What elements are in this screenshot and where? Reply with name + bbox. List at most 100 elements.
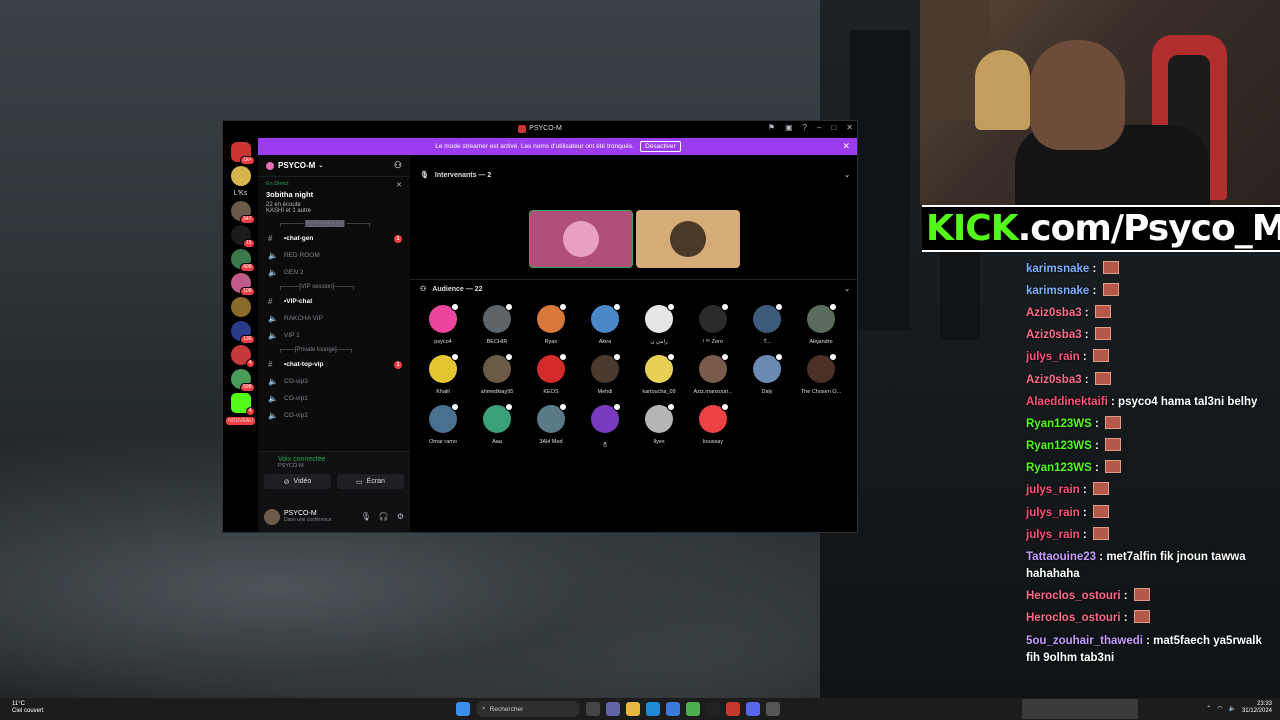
start-icon[interactable]: [456, 702, 470, 716]
microphone-icon[interactable]: 🎙: [361, 512, 371, 521]
channel-vip-chat[interactable]: # •VIP-chat: [258, 293, 410, 310]
weather-widget[interactable]: 11°C Ciel couvert: [12, 701, 44, 715]
chat-username[interactable]: julys_rain: [1026, 507, 1080, 519]
speaker-tile[interactable]: [636, 210, 740, 268]
audience-header[interactable]: ⚇ Audience — 22 ⌄: [420, 285, 850, 294]
server-icon-1[interactable]: [230, 166, 251, 186]
live-event[interactable]: En Direct 3obitha night 22 en écoute KAS…: [258, 177, 410, 218]
chat-username[interactable]: Ryan123WS: [1026, 418, 1092, 430]
headphones-icon[interactable]: 🎧: [379, 512, 389, 521]
minimize-button[interactable]: –: [817, 123, 821, 132]
audience-member[interactable]: kartoucha_09: [636, 353, 682, 395]
category-header[interactable]: ┌───── ▓▓▓▓▓▓▓▓▓ ─────┐: [258, 218, 410, 230]
chat-username[interactable]: julys_rain: [1026, 351, 1080, 363]
help-icon[interactable]: ?: [803, 123, 807, 132]
category-header[interactable]: ┌───[Private lounge]───┐: [258, 344, 410, 356]
channel-vip-1[interactable]: 🔈 VIP 1: [258, 327, 410, 344]
chat-username[interactable]: julys_rain: [1026, 529, 1080, 541]
channel-chat-gen[interactable]: # •chat-gen 1: [258, 230, 410, 247]
chat-username[interactable]: Heroclos_ostouri: [1026, 612, 1121, 624]
chat-username[interactable]: Alaeddinektaifi: [1026, 396, 1108, 408]
chat-username[interactable]: Ryan123WS: [1026, 440, 1092, 452]
app-icon[interactable]: [726, 702, 740, 716]
inbox-icon[interactable]: ⚑: [768, 123, 775, 132]
audience-member[interactable]: Alejandro: [798, 303, 844, 345]
speaker-tile[interactable]: [529, 210, 633, 268]
chat-username[interactable]: 5ou_zouhair_thawedi: [1026, 635, 1143, 647]
avatar[interactable]: [264, 508, 280, 525]
audience-member[interactable]: ! ᴵᵗˢ Zero: [690, 303, 736, 345]
audience-member[interactable]: Daly: [744, 353, 790, 395]
chat-username[interactable]: julys_rain: [1026, 484, 1080, 496]
obs-icon[interactable]: [706, 702, 720, 716]
task-view-icon[interactable]: [586, 702, 600, 716]
server-icon-4[interactable]: 408: [230, 249, 255, 272]
audience-member[interactable]: Mehdi: [582, 353, 628, 395]
server-icon-2[interactable]: 347: [230, 201, 255, 224]
wifi-icon[interactable]: ◠: [1217, 705, 1222, 712]
clock[interactable]: 23:33 31/12/2024: [1242, 701, 1272, 715]
audience-member[interactable]: KEOS: [528, 353, 574, 395]
channel-red-room[interactable]: 🔈 RED ROOM: [258, 247, 410, 264]
channel-chat-top-vip[interactable]: # •chat-top-vip 1: [258, 356, 410, 373]
server-icon-6[interactable]: [230, 297, 251, 317]
store-icon[interactable]: [666, 702, 680, 716]
server-icon-kick[interactable]: 4: [230, 393, 255, 416]
chat-username[interactable]: Aziz0sba3: [1026, 374, 1082, 386]
audience-member[interactable]: Akira: [582, 303, 628, 345]
audience-member[interactable]: Aaa: [474, 403, 520, 447]
screen-icon[interactable]: ▣: [785, 123, 793, 132]
chat-username[interactable]: Tattaouine23: [1026, 551, 1096, 563]
server-header[interactable]: PSYCO-M ⌄ ⚇: [258, 155, 410, 177]
audience-member[interactable]: T...: [744, 303, 790, 345]
audience-member[interactable]: koussay: [690, 403, 736, 447]
screen-share-button[interactable]: ▭ Écran: [337, 474, 404, 489]
audience-member[interactable]: Khalil: [420, 353, 466, 395]
gear-icon[interactable]: ⚙: [397, 512, 404, 521]
category-header[interactable]: ┌────[VIP session]────┐: [258, 281, 410, 293]
terminal-icon[interactable]: [766, 702, 780, 716]
teams-icon[interactable]: [606, 702, 620, 716]
server-icon-9[interactable]: 598: [230, 369, 255, 392]
file-explorer-icon[interactable]: [626, 702, 640, 716]
chat-username[interactable]: Ryan123WS: [1026, 462, 1092, 474]
speakers-header[interactable]: 🎙 Intervenants — 2 ⌄: [420, 171, 850, 180]
audience-member[interactable]: 3Alé Med: [528, 403, 574, 447]
audience-member[interactable]: Aziz.mansouri...: [690, 353, 736, 395]
audience-member[interactable]: ahmedkiay95: [474, 353, 520, 395]
chevron-up-icon[interactable]: ⌃: [1206, 705, 1211, 712]
audience-member[interactable]: Ryan: [528, 303, 574, 345]
channel-co-vip2[interactable]: 🔈 CO-vip2: [258, 407, 410, 424]
audience-member[interactable]: BECHIR: [474, 303, 520, 345]
chat-username[interactable]: Heroclos_ostouri: [1026, 590, 1121, 602]
close-icon[interactable]: ✕: [842, 141, 850, 152]
chat-username[interactable]: karimsnake: [1026, 285, 1089, 297]
search-box[interactable]: ⌕ Rechercher: [476, 701, 580, 717]
add-member-icon[interactable]: ⚇: [394, 160, 402, 171]
audience-member[interactable]: ｇ: [582, 403, 628, 447]
channel-gen-2[interactable]: 🔈 GEN 2: [258, 264, 410, 281]
server-icon-8[interactable]: 4: [230, 345, 255, 368]
audience-member[interactable]: رامي ن: [636, 303, 682, 345]
disable-streamer-button[interactable]: Désactiver: [640, 141, 681, 152]
server-icon-discord[interactable]: 1k+: [230, 142, 255, 165]
chat-username[interactable]: karimsnake: [1026, 263, 1089, 275]
channel-rakcha-vip[interactable]: 🔈 RAKCHA VIP: [258, 310, 410, 327]
chat-username[interactable]: Aziz0sba3: [1026, 307, 1082, 319]
audience-member[interactable]: The Chosen O...: [798, 353, 844, 395]
close-icon[interactable]: ✕: [396, 181, 402, 189]
server-icon-5[interactable]: 108: [230, 273, 255, 296]
audience-member[interactable]: Omar ramo: [420, 403, 466, 447]
close-button[interactable]: ✕: [846, 123, 853, 132]
chat-username[interactable]: Aziz0sba3: [1026, 329, 1082, 341]
chrome-icon[interactable]: [686, 702, 700, 716]
video-button[interactable]: ⊘ Vidéo: [264, 474, 331, 489]
audience-member[interactable]: psyco4: [420, 303, 466, 345]
channel-co-vip1[interactable]: 🔈 CO-vip1: [258, 390, 410, 407]
channel-co-vip3[interactable]: 🔈 CO-vip3: [258, 373, 410, 390]
server-label-lks[interactable]: L'Ks: [234, 190, 247, 197]
edge-icon[interactable]: [646, 702, 660, 716]
maximize-button[interactable]: □: [831, 123, 836, 132]
server-icon-7[interactable]: 136: [230, 321, 255, 344]
discord-icon[interactable]: [746, 702, 760, 716]
